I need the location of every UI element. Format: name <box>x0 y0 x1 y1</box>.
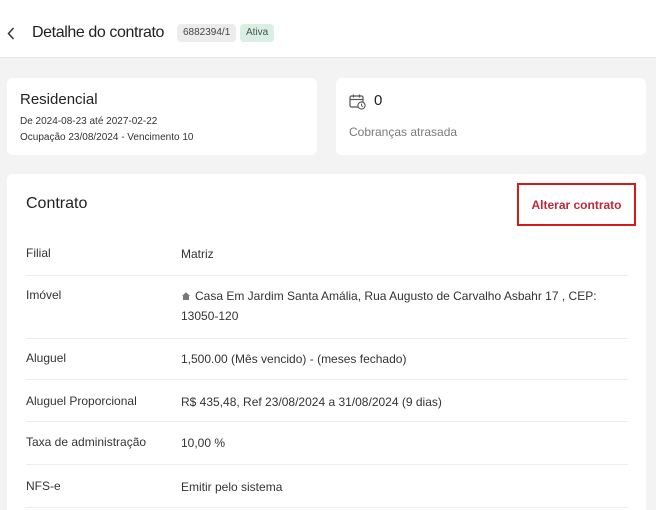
detail-row-aluguel: Aluguel 1,500.00 (Mês vencido) - (meses … <box>26 339 628 380</box>
contract-card: Contrato Alterar contrato Filial Matriz … <box>7 174 646 510</box>
overdue-label: Cobranças atrasada <box>349 125 458 139</box>
row-value: 1,500.00 (Mês vencido) - (meses fechado) <box>181 352 407 366</box>
contract-id-badge: 6882394/1 <box>177 24 237 42</box>
plan-period: De 2024-08-23 até 2027-02-22 <box>20 116 158 127</box>
row-value: Emitir pelo sistema <box>181 480 283 494</box>
detail-row-aluguel-proporcional: Aluguel Proporcional R$ 435,48, Ref 23/0… <box>26 380 628 422</box>
row-label: Imóvel <box>26 288 62 302</box>
plan-name: Residencial <box>20 91 98 108</box>
row-label: Taxa de administração <box>26 435 147 449</box>
detail-row-nfse: NFS-e Emitir pelo sistema <box>26 465 628 508</box>
back-icon[interactable] <box>4 22 18 44</box>
row-label: Aluguel <box>26 351 67 365</box>
row-value: R$ 435,48, Ref 23/08/2024 a 31/08/2024 (… <box>181 395 442 409</box>
plan-card: Residencial De 2024-08-23 até 2027-02-22… <box>7 78 317 155</box>
overdue-card: 0 Cobranças atrasada <box>336 78 646 155</box>
calendar-icon <box>349 93 366 110</box>
row-label: NFS-e <box>26 479 61 493</box>
top-bar: Detalhe do contrato 6882394/1 Ativa <box>0 0 656 58</box>
detail-row-taxa-administracao: Taxa de administração 10,00 % <box>26 422 628 465</box>
detail-row-imovel: Imóvel Casa Em Jardim Santa Amália, Rua … <box>26 276 628 339</box>
overdue-count: 0 <box>374 92 383 109</box>
change-contract-button[interactable]: Alterar contrato <box>517 183 636 226</box>
row-value: Matriz <box>181 247 214 261</box>
status-badge: Ativa <box>240 24 275 42</box>
row-value: 10,00 % <box>181 436 226 450</box>
address-text: Casa Em Jardim Santa Amália, Rua Augusto… <box>181 289 597 323</box>
section-title: Contrato <box>26 195 88 212</box>
detail-row-filial: Filial Matriz <box>26 235 628 276</box>
home-icon <box>181 287 191 300</box>
row-label: Aluguel Proporcional <box>26 394 137 408</box>
page-title: Detalhe do contrato <box>32 24 165 41</box>
row-value: Casa Em Jardim Santa Amália, Rua Augusto… <box>181 286 621 326</box>
plan-occupation: Ocupação 23/08/2024 - Vencimento 10 <box>20 132 194 143</box>
row-label: Filial <box>26 246 51 260</box>
